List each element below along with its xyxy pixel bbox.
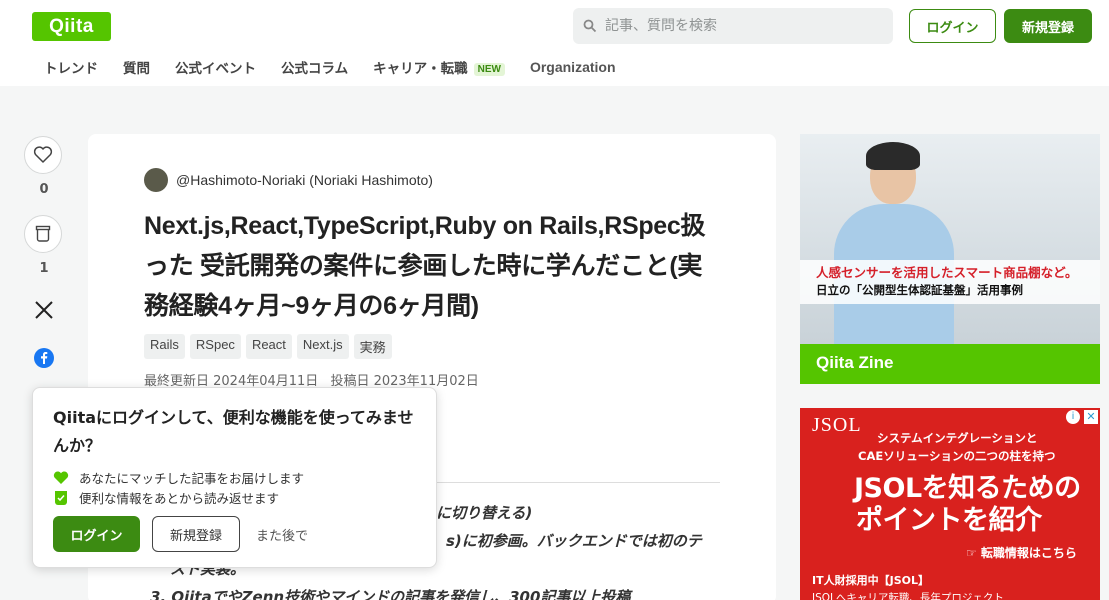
nav-career-label: キャリア・転職 [373, 61, 468, 77]
tag-rails[interactable]: Rails [144, 334, 185, 359]
body-text: s)に初参画。バックエンドでは初のテ [446, 532, 702, 550]
qiita-zine-ad[interactable]: 人感センサーを活用したスマート商品棚など。 日立の「公開型生体認証基盤」活用事例… [800, 134, 1100, 384]
stock-icon [55, 490, 67, 505]
ad-text: CAEソリューションの二つの柱を持つ [858, 449, 1056, 463]
nav-official-events[interactable]: 公式イベント [175, 57, 256, 77]
ad-close-icon[interactable]: ✕ [1084, 410, 1098, 424]
nav-career[interactable]: キャリア・転職 NEW [373, 57, 505, 77]
author-name: @Hashimoto-Noriaki (Noriaki Hashimoto) [176, 172, 433, 188]
nav-questions[interactable]: 質問 [123, 57, 150, 77]
popup-benefit: あなたにマッチした記事をお届けします [53, 468, 304, 487]
popup-login-button[interactable]: ログイン [53, 516, 140, 552]
facebook-icon [34, 348, 54, 368]
qiita-logo[interactable]: Qiita [32, 12, 111, 41]
heart-icon [33, 146, 53, 163]
search-box[interactable] [573, 8, 893, 44]
body-text: に切り替える) [436, 504, 533, 522]
ad-text: JSOLへキャリア転職、長年プロジェクト [812, 592, 1004, 600]
nav-organization[interactable]: Organization [530, 59, 616, 75]
ad-cta[interactable]: ☞ 転職情報はこちら [966, 544, 1077, 561]
ad-text: システムインテグレーションと [877, 431, 1038, 445]
login-prompt-popup: Qiitaにログインして、便利な機能を使ってみませんか？ あなたにマッチした記事… [32, 387, 437, 568]
popup-title: Qiitaにログインして、便利な機能を使ってみませんか？ [53, 408, 414, 455]
share-facebook-button[interactable] [24, 348, 64, 372]
tag-list: Rails RSpec React Next.js 実務 [144, 334, 397, 359]
article-title: Next.js,React,TypeScript,Ruby on Rails,R… [144, 212, 706, 320]
tag-rspec[interactable]: RSpec [189, 334, 241, 359]
login-button[interactable]: ログイン [909, 9, 996, 43]
popup-benefit-text: あなたにマッチした記事をお届けします [79, 471, 305, 486]
like-button[interactable] [24, 136, 62, 174]
popup-later-link[interactable]: また後で [256, 525, 308, 544]
tag-nextjs[interactable]: Next.js [296, 334, 349, 359]
stock-count: 1 [39, 261, 49, 276]
stock-icon [35, 225, 51, 242]
popup-benefit: 便利な情報をあとから読み返せます [53, 488, 279, 507]
global-nav: トレンド 質問 公式イベント 公式コラム キャリア・転職 NEW Organiza… [44, 56, 641, 78]
nav-trend[interactable]: トレンド [44, 57, 98, 77]
ad-subline: 日立の「公開型生体認証基盤」活用事例 [816, 283, 1023, 297]
ad-headline: 人感センサーを活用したスマート商品棚など。 [816, 265, 1078, 280]
jsol-ad[interactable]: i ✕ JSOL システムインテグレーションと CAEソリューションの二つの柱を… [800, 408, 1100, 600]
search-icon [583, 19, 597, 33]
nav-official-columns[interactable]: 公式コラム [281, 57, 348, 77]
stock-button[interactable] [24, 215, 62, 253]
popup-benefit-text: 便利な情報をあとから読み返せます [79, 491, 280, 506]
ad-info-icon[interactable]: i [1066, 410, 1080, 424]
search-input[interactable] [605, 18, 875, 34]
x-logo-icon [35, 301, 53, 319]
popup-signup-button[interactable]: 新規登録 [152, 516, 240, 552]
ad-headline: ポイントを紹介 [856, 505, 1042, 536]
jsol-logo: JSOL [812, 414, 862, 436]
avatar [144, 168, 168, 192]
ad-text: IT人財採用中【JSOL】 [812, 574, 929, 587]
share-x-button[interactable] [24, 300, 64, 324]
tag-jitsumu[interactable]: 実務 [353, 334, 392, 359]
tag-react[interactable]: React [245, 334, 292, 359]
ad-person-hair [866, 142, 920, 170]
article-author[interactable]: @Hashimoto-Noriaki (Noriaki Hashimoto) [144, 168, 433, 192]
signup-button[interactable]: 新規登録 [1004, 9, 1092, 43]
article-action-rail: 0 1 [24, 136, 64, 372]
site-header: Qiita ログイン 新規登録 トレンド 質問 公式イベント 公式コラム キャリ… [0, 0, 1109, 86]
body-text: 3. QiitaでやZenn技術やマインドの記事を発信し、300記事以上投稿 [150, 588, 631, 600]
heart-icon [53, 470, 69, 484]
new-badge: NEW [473, 62, 505, 76]
like-count: 0 [39, 182, 49, 197]
qiita-zine-logo: Qiita Zine [816, 353, 894, 372]
